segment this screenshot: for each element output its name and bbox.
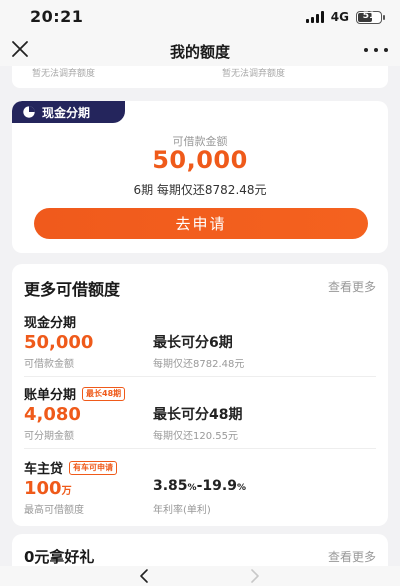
product-tag: 现金分期 (12, 101, 125, 123)
item-value-label: 可借款金额 (24, 359, 74, 370)
peek-left-text: 暂无法调弃额度 (32, 69, 96, 79)
featured-amount: 50,000 (152, 146, 248, 174)
item-badge: 最长48期 (82, 386, 126, 401)
item-rate: 3.85%-19.9% (153, 478, 246, 494)
pie-chart-icon (23, 106, 35, 118)
signal-icon (305, 11, 324, 23)
forward-arrow-icon[interactable] (247, 568, 263, 584)
status-icons: 4G 51 (305, 10, 385, 24)
more-credit-card: 更多可借额度 查看更多 现金分期 50,000 可借款金额 最长可分6期 每期仅… (12, 264, 388, 526)
more-options-icon[interactable] (364, 40, 388, 60)
featured-desc: 6期 每期仅还8782.48元 (133, 183, 267, 197)
page-title: 我的额度 (169, 43, 230, 61)
see-more-link[interactable]: 查看更多 (328, 278, 376, 295)
battery-level: 51 (362, 10, 376, 21)
apply-button[interactable]: 去申请 (34, 208, 368, 239)
item-value-label: 可分期金额 (24, 431, 74, 442)
divider (24, 448, 376, 449)
browser-bottom-bar (0, 566, 400, 586)
item-name: 账单分期 最长48期 (24, 384, 126, 403)
item-value: 50,000 (24, 332, 94, 353)
back-arrow-icon[interactable] (136, 568, 152, 584)
item-terms-sub: 每期仅还120.55元 (153, 431, 238, 442)
status-time: 20:21 (30, 7, 84, 26)
nav-bar: 我的额度 (0, 34, 400, 66)
battery-icon: 51 (356, 10, 385, 24)
previous-card-peek: 暂无法调弃额度 暂无法调弃额度 (12, 66, 388, 88)
item-name: 车主贷 有车可申请 (24, 458, 118, 477)
peek-right-text: 暂无法调弃额度 (222, 69, 286, 79)
status-bar: 20:21 4G 51 (0, 0, 400, 34)
item-value: 100万 (24, 478, 72, 499)
item-rate-label: 年利率(单利) (153, 505, 211, 516)
item-value: 4,080 (24, 404, 81, 425)
item-badge: 有车可申请 (69, 460, 118, 475)
gift-see-more-link[interactable]: 查看更多 (328, 548, 376, 565)
product-tag-label: 现金分期 (42, 105, 91, 120)
item-terms-sub: 每期仅还8782.48元 (153, 359, 245, 370)
featured-loan-card: 现金分期 可借款金额 50,000 6期 每期仅还8782.48元 去申请 (12, 101, 388, 253)
item-terms: 最长可分6期 (153, 335, 233, 351)
item-value-label: 最高可借额度 (24, 505, 84, 516)
network-type: 4G (330, 10, 349, 24)
gift-section-title: 0元拿好礼 (24, 548, 95, 566)
item-name: 现金分期 (24, 316, 77, 331)
more-credit-title: 更多可借额度 (24, 280, 121, 299)
item-terms: 最长可分48期 (153, 407, 243, 423)
divider (24, 376, 376, 377)
